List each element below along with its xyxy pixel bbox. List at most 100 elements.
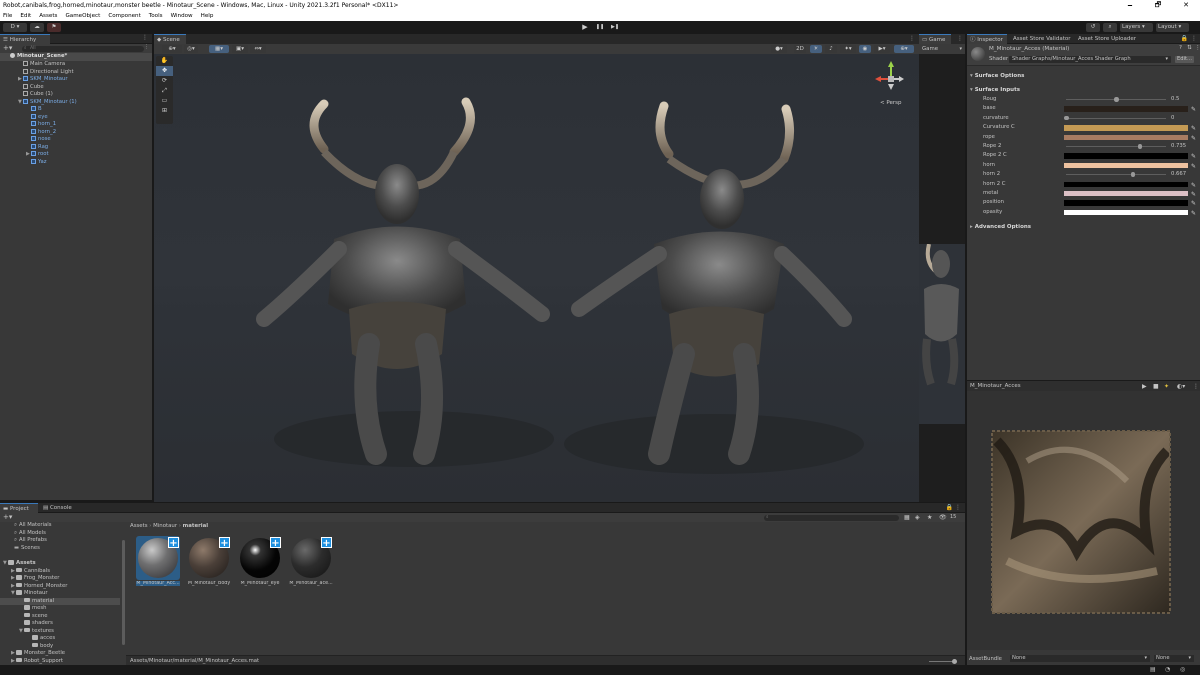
tab-console[interactable]: ▤ Console: [40, 503, 78, 513]
color-swatch[interactable]: [1064, 153, 1188, 159]
scale-tool-icon[interactable]: ⤢: [156, 86, 173, 96]
hierarchy-item[interactable]: Rag: [0, 143, 152, 152]
hierarchy-item[interactable]: Main Camera: [0, 61, 152, 69]
slider-value-field[interactable]: 0: [1170, 114, 1196, 123]
shader-dropdown[interactable]: Shader Graphs/Minotaur_Acces Shader Grap…: [1009, 56, 1171, 63]
surface-inputs-foldout[interactable]: ▾ Surface Inputs: [970, 86, 1020, 95]
slider-knob[interactable]: [1130, 172, 1136, 177]
step-button[interactable]: ▶❚: [608, 22, 622, 33]
history-icon[interactable]: ↺: [1086, 23, 1100, 32]
project-tree-item[interactable]: ▶ Robot_Support: [0, 658, 120, 666]
hierarchy-item[interactable]: ▼ SKM_Minotaur (1): [0, 98, 152, 107]
hierarchy-item[interactable]: Cube: [0, 83, 152, 92]
color-swatch[interactable]: [1064, 191, 1188, 197]
project-tree-item[interactable]: ▶ Horned_Monster: [0, 583, 120, 591]
hierarchy-item[interactable]: Yaz: [0, 158, 152, 167]
menu-assets[interactable]: Assets: [39, 13, 57, 19]
game-viewport[interactable]: [919, 54, 965, 502]
more-menu-icon[interactable]: ⋮: [142, 34, 148, 41]
project-more-menu-icon[interactable]: ⋮: [955, 503, 961, 513]
filter-type-icon[interactable]: ▦: [904, 513, 910, 522]
pause-button[interactable]: ❚❚: [593, 22, 607, 33]
gizmos-icon[interactable]: ⊕▾: [894, 45, 914, 53]
tab-inspector[interactable]: ⓘ Inspector: [967, 34, 1007, 44]
asset-tile[interactable]: + M_Minotaur_Acc...: [136, 536, 180, 586]
tab-asset-store-validator[interactable]: Asset Store Validator: [1010, 34, 1074, 44]
scene-viewport[interactable]: ✋ ✥ ⟳ ⤢ ▭ ⊞ < Persp: [154, 44, 919, 502]
slider-value-field[interactable]: 0.667: [1170, 170, 1196, 179]
color-swatch[interactable]: [1064, 209, 1188, 216]
project-tree-item[interactable]: mesh: [0, 605, 120, 613]
project-lock-icon[interactable]: 🔒: [946, 503, 953, 513]
hidden-objects-icon[interactable]: ◉: [859, 45, 871, 53]
move-tool-icon[interactable]: ✥: [156, 66, 173, 76]
material-preview[interactable]: [967, 391, 1200, 650]
scene-menu-icon[interactable]: ⋮: [144, 44, 150, 52]
slider-value-field[interactable]: 0.735: [1170, 142, 1196, 151]
create-icon[interactable]: +▾: [3, 513, 12, 522]
menu-help[interactable]: Help: [201, 13, 214, 19]
help-icon[interactable]: ?: [1179, 45, 1182, 51]
icon-size-slider[interactable]: [929, 658, 957, 664]
camera-icon[interactable]: ▶▾: [874, 45, 890, 53]
project-tree-item[interactable]: shaders: [0, 620, 120, 628]
favorite-item[interactable]: ⌕ All Prefabs: [14, 537, 47, 545]
project-tree-item[interactable]: scene: [0, 613, 120, 621]
slider-knob[interactable]: [1064, 115, 1069, 121]
color-swatch[interactable]: [1064, 125, 1188, 131]
minimize-icon[interactable]: 🗕: [1116, 0, 1144, 11]
play-button[interactable]: ▶: [578, 22, 592, 33]
project-tree-scrollbar[interactable]: [122, 540, 125, 645]
game-display-dropdown[interactable]: Game: [922, 44, 938, 54]
assetbundle-variant-dropdown[interactable]: None ▾: [1154, 655, 1194, 662]
menu-gameobject[interactable]: GameObject: [65, 13, 100, 19]
asset-tile[interactable]: + M_Minotaur_eye: [238, 536, 282, 586]
menu-file[interactable]: File: [3, 13, 12, 19]
settings-icon[interactable]: ⇅: [1187, 45, 1192, 51]
effects-icon[interactable]: ✦▾: [840, 45, 856, 53]
project-tree-item[interactable]: ▼ Assets: [0, 560, 120, 568]
add-icon[interactable]: +▾: [3, 44, 12, 53]
component-more-icon[interactable]: ⋮: [1195, 45, 1200, 51]
hierarchy-item[interactable]: horn_1: [0, 121, 152, 129]
edit-shader-button[interactable]: Edit...: [1175, 56, 1194, 63]
breadcrumb-assets[interactable]: Assets: [130, 523, 148, 529]
grid-snap-icon[interactable]: ▦▾: [209, 45, 229, 53]
project-tree-item[interactable]: acces: [0, 635, 120, 643]
color-swatch[interactable]: [1064, 162, 1188, 169]
hierarchy-item[interactable]: Cube (1): [0, 91, 152, 99]
color-swatch[interactable]: [1064, 200, 1188, 206]
scene-root-item[interactable]: Minotaur_Scene*: [0, 53, 152, 61]
slider-track[interactable]: [1066, 117, 1166, 119]
advanced-options-foldout[interactable]: ▸ Advanced Options: [970, 223, 1031, 232]
slider-knob[interactable]: [1137, 144, 1142, 149]
rotate-tool-icon[interactable]: ⟳: [156, 76, 173, 86]
icon-size-slider-knob[interactable]: [952, 658, 957, 664]
search-icon[interactable]: ⌕: [1103, 23, 1117, 32]
asset-tile[interactable]: + M_Minotaur_ace...: [289, 536, 333, 586]
cloud-icon[interactable]: ☁: [30, 23, 44, 32]
project-tree-item[interactable]: body: [0, 643, 120, 651]
favorite-item[interactable]: ⌕ All Models: [14, 530, 46, 538]
snap-icon[interactable]: ▣▾: [232, 45, 248, 53]
2d-toggle[interactable]: 2D: [794, 45, 806, 53]
lighting-icon[interactable]: ☀: [810, 45, 822, 53]
lock-icon[interactable]: 🔒: [1181, 34, 1188, 44]
hierarchy-item[interactable]: B: [0, 106, 152, 114]
tool-handle-icon[interactable]: ⊕▾: [162, 45, 182, 53]
menu-component[interactable]: Component: [108, 13, 140, 19]
collab-icon[interactable]: ⚑: [47, 23, 61, 32]
hierarchy-item[interactable]: Directional Light: [0, 68, 152, 77]
favorite-item[interactable]: ▬ Scenes: [14, 545, 40, 553]
menu-tools[interactable]: Tools: [149, 13, 163, 19]
surface-options-foldout[interactable]: ▾ Surface Options: [970, 72, 1024, 81]
eyedropper-icon[interactable]: ✎: [1191, 209, 1196, 218]
draw-mode-icon[interactable]: ●▾: [771, 45, 787, 53]
slider-value-field[interactable]: 0.5: [1170, 95, 1196, 104]
inspector-more-menu-icon[interactable]: ⋮: [1191, 34, 1197, 44]
increment-icon[interactable]: ⇔▾: [250, 45, 266, 53]
breadcrumb-minotaur[interactable]: Minotaur: [153, 523, 177, 529]
color-swatch[interactable]: [1064, 106, 1188, 112]
project-tree-item[interactable]: ▼ textures: [0, 628, 120, 636]
color-swatch[interactable]: [1064, 134, 1188, 140]
